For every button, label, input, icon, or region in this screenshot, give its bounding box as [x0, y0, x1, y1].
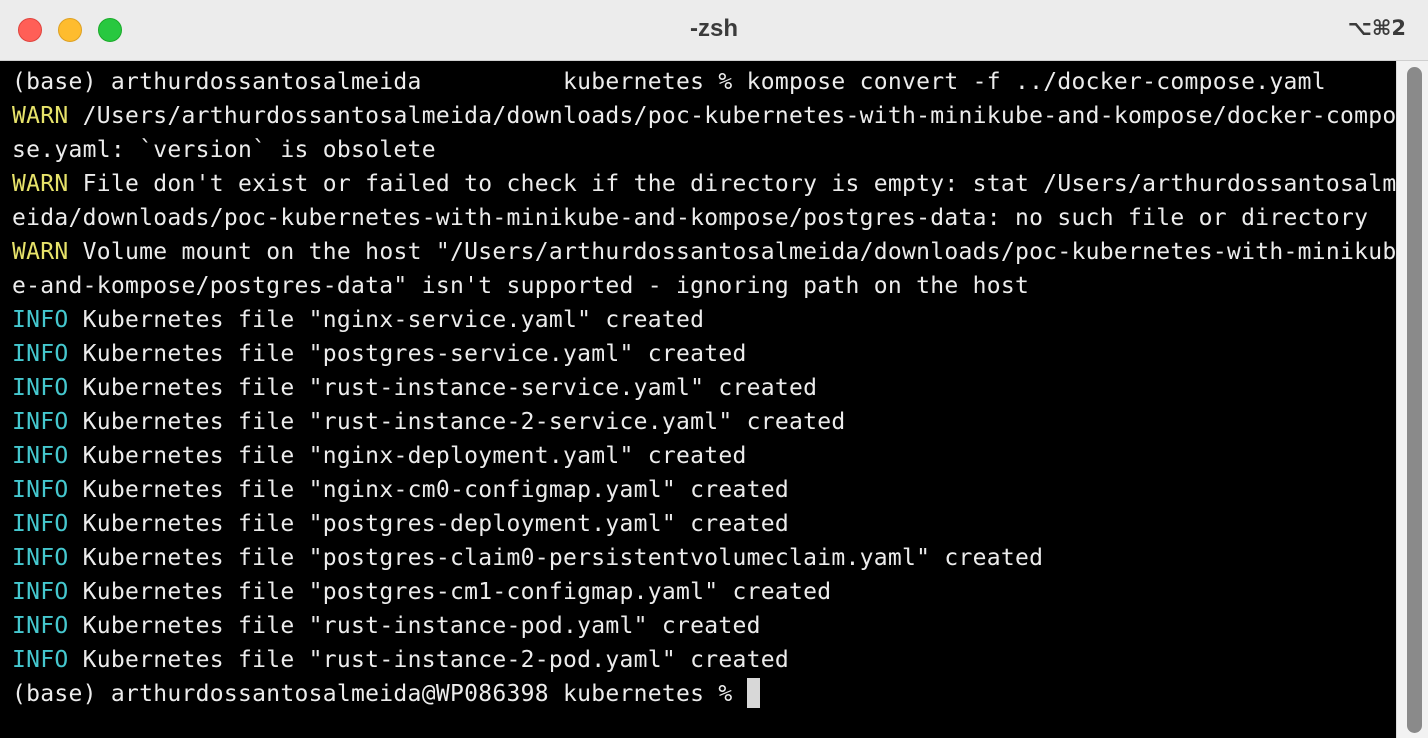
line-text: /Users/arthurdossantosalmeida/downloads/…: [68, 103, 1397, 129]
terminal-line: WARN Volume mount on the host "/Users/ar…: [12, 235, 1396, 269]
terminal-line: INFO Kubernetes file "rust-instance-serv…: [12, 371, 1396, 405]
line-text: Kubernetes file "rust-instance-pod.yaml"…: [68, 613, 761, 639]
info-tag: INFO: [12, 375, 69, 401]
window-title: -zsh: [690, 15, 738, 42]
warn-tag: WARN: [12, 239, 69, 265]
info-tag: INFO: [12, 647, 69, 673]
scrollbar-thumb[interactable]: [1407, 67, 1422, 733]
warn-tag: WARN: [12, 171, 69, 197]
line-text: Kubernetes file "nginx-deployment.yaml" …: [68, 443, 747, 469]
terminal-lines: (base) arthurdossantosalmeida kubernetes…: [12, 65, 1396, 711]
terminal-output[interactable]: (base) arthurdossantosalmeida kubernetes…: [0, 61, 1396, 738]
line-text: Kubernetes file "rust-instance-2-pod.yam…: [68, 647, 790, 673]
terminal-line: WARN /Users/arthurdossantosalmeida/downl…: [12, 99, 1396, 133]
terminal-line: INFO Kubernetes file "nginx-deployment.y…: [12, 439, 1396, 473]
terminal-line: INFO Kubernetes file "nginx-cm0-configma…: [12, 473, 1396, 507]
prompt-text: (base) arthurdossantosalmeida@WP086398 k…: [12, 681, 747, 707]
info-tag: INFO: [12, 409, 69, 435]
info-tag: INFO: [12, 613, 69, 639]
block-cursor: [746, 678, 760, 708]
info-tag: INFO: [12, 511, 69, 537]
terminal-line: INFO Kubernetes file "postgres-claim0-pe…: [12, 541, 1396, 575]
terminal-line: se.yaml: `version` is obsolete: [12, 133, 1396, 167]
terminal-line: WARN File don't exist or failed to check…: [12, 167, 1396, 201]
terminal-line: INFO Kubernetes file "nginx-service.yaml…: [12, 303, 1396, 337]
terminal-line: INFO Kubernetes file "rust-instance-2-se…: [12, 405, 1396, 439]
line-text: Kubernetes file "rust-instance-2-service…: [68, 409, 846, 435]
terminal-line: INFO Kubernetes file "postgres-cm1-confi…: [12, 575, 1396, 609]
line-text: Volume mount on the host "/Users/arthurd…: [68, 239, 1397, 265]
line-text: e-and-kompose/postgres-data" isn't suppo…: [12, 273, 1030, 299]
line-text: Kubernetes file "nginx-service.yaml" cre…: [68, 307, 705, 333]
terminal-line: eida/downloads/poc-kubernetes-with-minik…: [12, 201, 1396, 235]
line-text: Kubernetes file "postgres-service.yaml" …: [68, 341, 747, 367]
terminal-line: INFO Kubernetes file "rust-instance-pod.…: [12, 609, 1396, 643]
line-text: Kubernetes file "nginx-cm0-configmap.yam…: [68, 477, 790, 503]
terminal-line: INFO Kubernetes file "rust-instance-2-po…: [12, 643, 1396, 677]
title-bar[interactable]: -zsh ⌥⌘2: [0, 0, 1428, 61]
line-text: Kubernetes file "rust-instance-service.y…: [68, 375, 818, 401]
line-text: Kubernetes file "postgres-cm1-configmap.…: [68, 579, 832, 605]
info-tag: INFO: [12, 443, 69, 469]
window-shortcut: ⌥⌘2: [1347, 16, 1406, 40]
info-tag: INFO: [12, 341, 69, 367]
line-text: (base) arthurdossantosalmeida kubernetes…: [12, 69, 1326, 95]
terminal-line: INFO Kubernetes file "postgres-deploymen…: [12, 507, 1396, 541]
info-tag: INFO: [12, 545, 69, 571]
line-text: Kubernetes file "postgres-claim0-persist…: [68, 545, 1044, 571]
terminal-line: (base) arthurdossantosalmeida kubernetes…: [12, 65, 1396, 99]
scrollbar[interactable]: [1396, 61, 1428, 738]
info-tag: INFO: [12, 307, 69, 333]
warn-tag: WARN: [12, 103, 69, 129]
line-text: Kubernetes file "postgres-deployment.yam…: [68, 511, 790, 537]
line-text: eida/downloads/poc-kubernetes-with-minik…: [12, 205, 1369, 231]
line-text: File don't exist or failed to check if t…: [68, 171, 1397, 197]
terminal-line: INFO Kubernetes file "postgres-service.y…: [12, 337, 1396, 371]
terminal-window: -zsh ⌥⌘2 (base) arthurdossantosalmeida k…: [0, 0, 1428, 738]
info-tag: INFO: [12, 477, 69, 503]
prompt-line[interactable]: (base) arthurdossantosalmeida@WP086398 k…: [12, 677, 1396, 711]
info-tag: INFO: [12, 579, 69, 605]
line-text: se.yaml: `version` is obsolete: [12, 137, 436, 163]
terminal-line: e-and-kompose/postgres-data" isn't suppo…: [12, 269, 1396, 303]
